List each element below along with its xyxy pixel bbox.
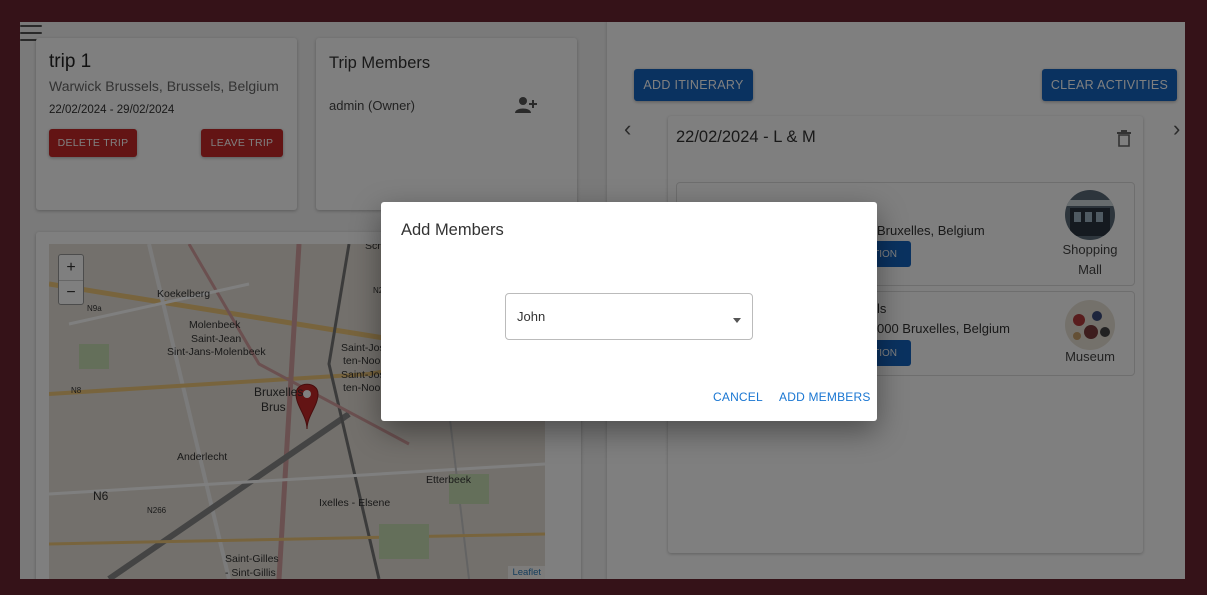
member-select-value: John	[517, 309, 546, 324]
dialog-title: Add Members	[401, 221, 504, 239]
dropdown-arrow-icon	[733, 318, 741, 323]
cancel-button[interactable]: CANCEL	[713, 390, 763, 404]
add-members-dialog: Add Members John CANCEL ADD MEMBERS	[381, 202, 877, 421]
add-members-button[interactable]: ADD MEMBERS	[779, 390, 871, 404]
member-select[interactable]: John	[505, 293, 753, 340]
